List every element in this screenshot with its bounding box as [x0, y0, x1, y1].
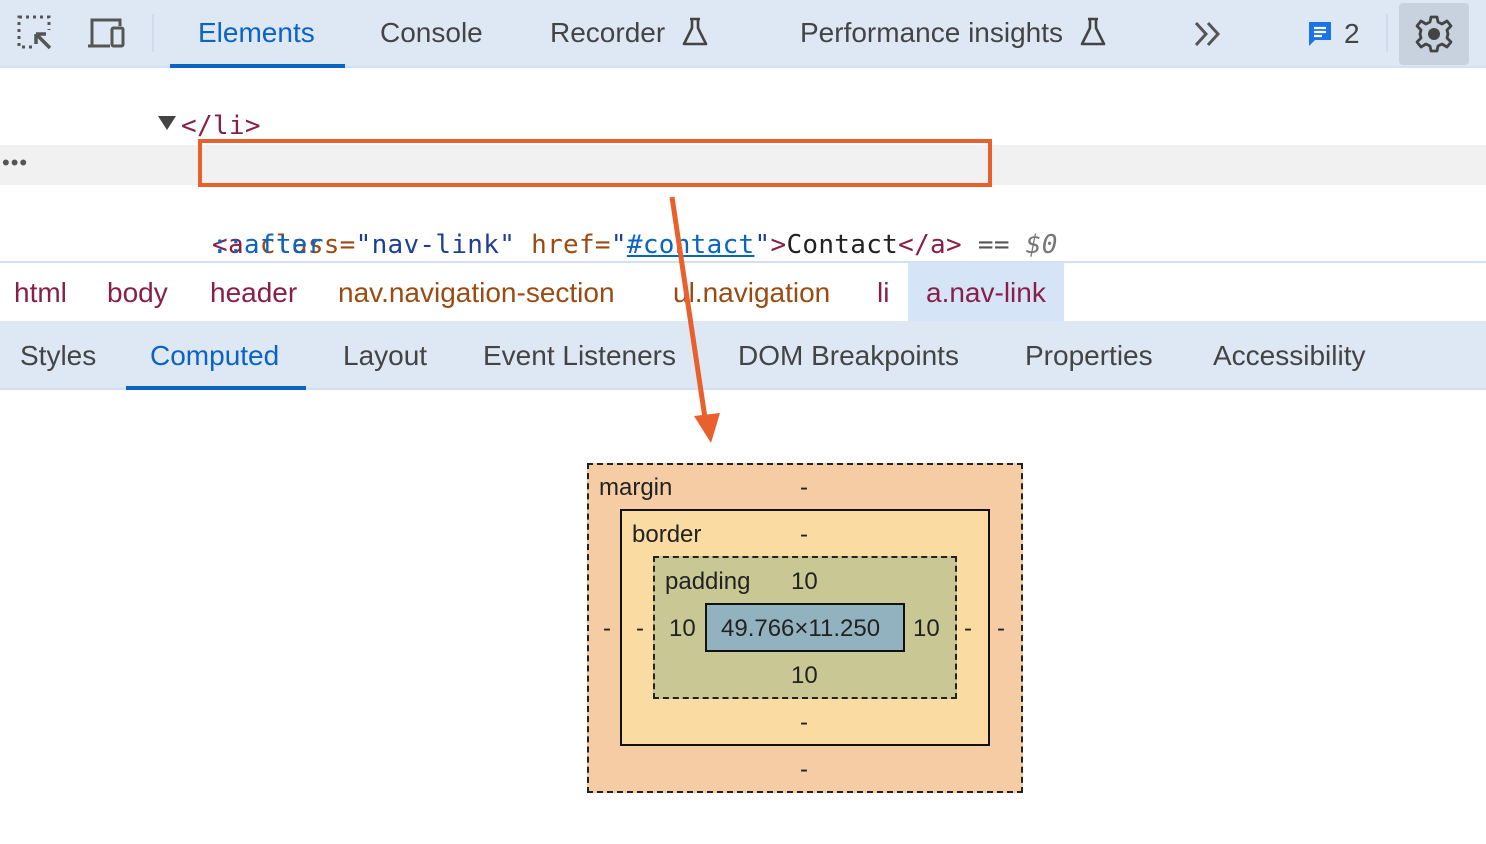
- dom-node-closing-li[interactable]: </li>: [0, 66, 1486, 141]
- tab-layout[interactable]: Layout: [343, 321, 427, 388]
- border-label: border: [632, 521, 702, 548]
- more-tabs-button[interactable]: [1188, 14, 1228, 54]
- tab-performance-insights[interactable]: Performance insights: [800, 0, 1107, 68]
- breadcrumb-ul[interactable]: ul.navigation: [673, 263, 830, 321]
- tab-elements[interactable]: Elements: [170, 0, 345, 68]
- breadcrumb-a-nav-link[interactable]: a.nav-link: [908, 263, 1064, 321]
- gear-icon: [1415, 15, 1453, 53]
- issues-counter-button[interactable]: 2: [1306, 18, 1360, 50]
- chevron-double-right-icon: [1194, 21, 1221, 47]
- sidebar-pane-tabs: Styles Computed Layout Event Listeners D…: [0, 321, 1486, 390]
- device-toolbar-icon[interactable]: [86, 14, 126, 54]
- tab-computed[interactable]: Computed: [126, 321, 307, 390]
- active-tab-indicator: [126, 386, 307, 390]
- issues-count: 2: [1344, 18, 1360, 49]
- tab-label: Computed: [150, 340, 280, 371]
- border-bottom-value[interactable]: -: [800, 709, 808, 737]
- border-right-value[interactable]: -: [964, 615, 972, 643]
- message-icon: [1309, 22, 1331, 46]
- tab-label: Properties: [1025, 340, 1153, 371]
- padding-bottom-value[interactable]: 10: [791, 662, 818, 690]
- dom-node-closing-li[interactable]: </li>: [0, 225, 1486, 300]
- breadcrumb-li[interactable]: li: [877, 263, 889, 321]
- tab-properties[interactable]: Properties: [1025, 321, 1153, 388]
- tab-label: Styles: [20, 340, 97, 371]
- tab-console-label: Console: [380, 17, 483, 48]
- toolbar-divider: [152, 14, 154, 52]
- tab-label: DOM Breakpoints: [738, 340, 959, 371]
- margin-label: margin: [599, 474, 673, 501]
- arrow-head-icon: [694, 413, 720, 443]
- annotation-highlight-box: [198, 139, 992, 187]
- tab-accessibility[interactable]: Accessibility: [1213, 321, 1365, 388]
- tab-styles[interactable]: Styles: [20, 321, 96, 388]
- margin-top-value[interactable]: -: [800, 474, 808, 502]
- breadcrumb-body[interactable]: body: [107, 263, 168, 321]
- margin-right-value[interactable]: -: [997, 615, 1005, 643]
- tab-elements-label: Elements: [198, 17, 315, 48]
- flask-icon: [682, 17, 708, 45]
- tab-dom-breakpoints[interactable]: DOM Breakpoints: [738, 321, 959, 388]
- border-left-value[interactable]: -: [636, 615, 644, 643]
- padding-right-value[interactable]: 10: [913, 615, 940, 643]
- tab-label: Accessibility: [1213, 340, 1366, 371]
- devtools-toolbar: Elements Console Recorder Performance in…: [0, 0, 1486, 68]
- breadcrumb: html body header nav.navigation-section …: [0, 261, 1486, 321]
- select-element-icon[interactable]: [16, 14, 56, 54]
- flask-icon: [1080, 17, 1106, 45]
- content-size-value[interactable]: 49.766×11.250: [721, 615, 880, 643]
- tab-label: Event Listeners: [483, 340, 676, 371]
- toolbar-divider: [1386, 14, 1388, 52]
- padding-label: padding: [665, 568, 751, 595]
- tab-console[interactable]: Console: [380, 0, 483, 68]
- tab-recorder-label: Recorder: [550, 17, 666, 48]
- breadcrumb-html[interactable]: html: [14, 263, 67, 321]
- padding-left-value[interactable]: 10: [669, 615, 696, 643]
- tab-label: Layout: [343, 340, 428, 371]
- more-actions-icon[interactable]: •••: [2, 143, 28, 183]
- margin-bottom-value[interactable]: -: [800, 756, 808, 784]
- border-top-value[interactable]: -: [800, 521, 808, 549]
- dom-node-pseudo-after[interactable]: ::after: [0, 185, 1486, 260]
- margin-left-value[interactable]: -: [603, 615, 611, 643]
- tab-event-listeners[interactable]: Event Listeners: [483, 321, 676, 388]
- padding-top-value[interactable]: 10: [791, 568, 818, 596]
- breadcrumb-nav[interactable]: nav.navigation-section: [338, 263, 615, 321]
- breadcrumb-header[interactable]: header: [210, 263, 297, 321]
- tab-performance-insights-label: Performance insights: [800, 17, 1064, 48]
- settings-button[interactable]: [1399, 3, 1469, 65]
- tab-recorder[interactable]: Recorder: [550, 0, 709, 68]
